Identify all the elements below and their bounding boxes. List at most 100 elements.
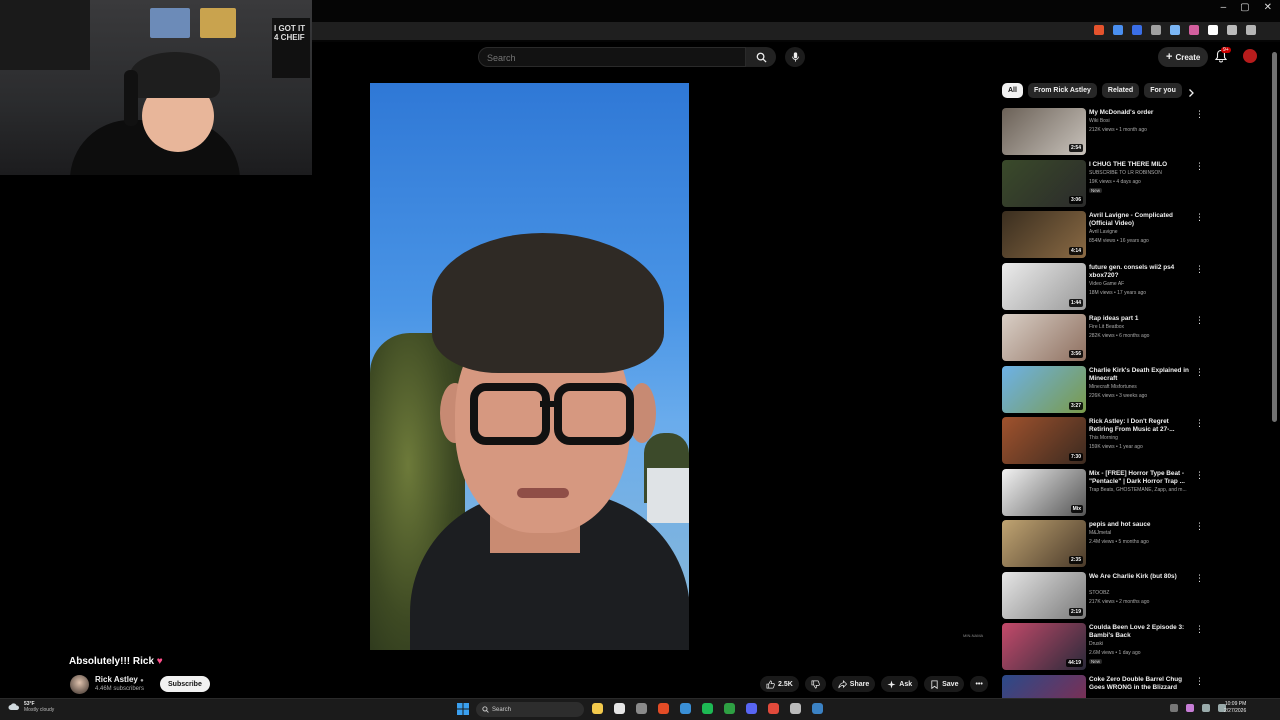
recommendation-channel[interactable]: Wiki Bosi	[1089, 118, 1110, 124]
video-thumbnail[interactable]: 7:30	[1002, 417, 1086, 464]
browser-extension-icon[interactable]	[1132, 25, 1142, 35]
scrollbar-thumb[interactable]	[1272, 52, 1277, 422]
taskbar-app-icon[interactable]	[702, 703, 713, 714]
video-thumbnail[interactable]: 3:27	[1002, 365, 1086, 413]
chip-related[interactable]: Related	[1101, 83, 1140, 98]
recommendation-channel[interactable]: Trap Beats, GHOSTEMANE, Zapp, and m...	[1089, 487, 1187, 493]
recommendation-item[interactable]: 3:27 Charlie Kirk's Death Explained in Mi…	[1002, 365, 1207, 418]
recommendation-title[interactable]: Rap ideas part 1	[1089, 315, 1193, 323]
create-button[interactable]: + Create	[1158, 47, 1209, 67]
video-thumbnail[interactable]: 3:06	[1002, 159, 1086, 207]
recommendation-title[interactable]: Coke Zero Double Barrel Chug Goes WRONG …	[1089, 676, 1193, 692]
recommendation-title[interactable]: pepis and hot sauce	[1089, 521, 1193, 529]
browser-extension-icon[interactable]	[1151, 25, 1161, 35]
taskbar-app-icon[interactable]	[614, 703, 625, 714]
recommendation-title[interactable]: Rick Astley: I Don't Regret Retiring Fro…	[1089, 418, 1193, 434]
more-vertical-icon[interactable]: ⋮	[1195, 110, 1204, 122]
recommendation-channel[interactable]: Druski	[1089, 641, 1103, 647]
more-vertical-icon[interactable]: ⋮	[1195, 264, 1204, 277]
subscribe-button[interactable]: Subscribe	[160, 676, 210, 692]
taskbar-app-icon[interactable]	[790, 703, 801, 714]
maximize-button[interactable]: ▢	[1240, 2, 1249, 13]
recommendation-title[interactable]: Charlie Kirk's Death Explained in Minecr…	[1089, 367, 1193, 383]
recommendation-title[interactable]: future gen. consels wii2 ps4 xbox720?	[1089, 264, 1193, 280]
browser-extension-icon[interactable]	[1227, 25, 1237, 35]
ask-button[interactable]: Ask	[881, 676, 919, 692]
video-thumbnail[interactable]: Mix	[1002, 468, 1086, 516]
recommendation-channel[interactable]: Avril Lavigne	[1089, 229, 1118, 235]
browser-extension-icon[interactable]	[1170, 25, 1180, 35]
chip-all[interactable]: All	[1002, 83, 1023, 98]
recommendation-item[interactable]: 4:14 Avril Lavigne - Complicated (Officia…	[1002, 211, 1207, 263]
tray-network-icon[interactable]	[1202, 704, 1210, 712]
taskbar-app-icon[interactable]	[658, 703, 669, 714]
recommendation-item[interactable]: 44:19 Coulda Been Love 2 Episode 3: Bambi…	[1002, 623, 1207, 675]
more-vertical-icon[interactable]: ⋮	[1195, 625, 1204, 637]
taskbar-app-icon[interactable]	[768, 703, 779, 714]
video-thumbnail[interactable]: 3:56	[1002, 314, 1086, 361]
more-vertical-icon[interactable]: ⋮	[1195, 213, 1204, 225]
taskbar-clock[interactable]: 10:09 PM 2/27/2026	[1224, 701, 1246, 715]
recommendation-channel[interactable]: Fire Lit Beatbox	[1089, 324, 1124, 330]
video-player[interactable]	[370, 83, 689, 650]
more-actions-button[interactable]: •••	[970, 676, 988, 692]
taskbar-app-icon[interactable]	[724, 703, 735, 714]
recommendation-item[interactable]: 2:35 pepis and hot sauce M&Jmetal 2.4M view…	[1002, 520, 1207, 572]
chevron-right-icon[interactable]	[1186, 88, 1196, 98]
channel-avatar[interactable]	[70, 675, 89, 694]
recommendation-channel[interactable]: Minecraft Misfortunes	[1089, 384, 1137, 390]
chip-for-you[interactable]: For you	[1144, 83, 1182, 98]
tray-mic-icon[interactable]	[1186, 704, 1194, 712]
search-input[interactable]	[479, 48, 745, 68]
more-vertical-icon[interactable]: ⋮	[1195, 367, 1204, 380]
recommendation-title[interactable]: My McDonald's order	[1089, 109, 1193, 117]
video-thumbnail[interactable]: 2:19	[1002, 571, 1086, 619]
save-button[interactable]: Save	[924, 676, 965, 692]
recommendation-title[interactable]: We Are Charlie Kirk (but 80s)	[1089, 573, 1193, 581]
video-thumbnail[interactable]: 4:14	[1002, 211, 1086, 258]
search-field[interactable]	[478, 47, 746, 68]
video-thumbnail[interactable]: 2:35	[1002, 520, 1086, 567]
windows-start-icon[interactable]	[457, 703, 469, 715]
close-window-button[interactable]: ✕	[1264, 2, 1272, 13]
recommendation-channel[interactable]: SUBSCRIBE TO LR ROBINSON	[1089, 170, 1162, 176]
page-scrollbar[interactable]	[1272, 47, 1277, 697]
taskbar-app-icon[interactable]	[746, 703, 757, 714]
taskbar-app-icon[interactable]	[812, 703, 823, 714]
recommendation-item[interactable]: 3:56 Rap ideas part 1 Fire Lit Beatbox 282K…	[1002, 314, 1207, 366]
recommendation-channel[interactable]: M&Jmetal	[1089, 530, 1111, 536]
more-vertical-icon[interactable]: ⋮	[1195, 316, 1204, 328]
recommendation-channel[interactable]: STOOBZ	[1089, 590, 1109, 596]
recommendation-title[interactable]: Mix - [FREE] Horror Type Beat - "Pentacl…	[1089, 470, 1193, 486]
recommendation-channel[interactable]: Video Game AF	[1089, 281, 1124, 287]
recommendation-item[interactable]: 1:44 future gen. consels wii2 ps4 xbox720…	[1002, 262, 1207, 315]
taskbar-app-icon[interactable]	[636, 703, 647, 714]
taskbar-search[interactable]: Search	[476, 702, 584, 717]
browser-extension-icon[interactable]	[1208, 25, 1218, 35]
taskbar-app-icon[interactable]	[592, 703, 603, 714]
share-button[interactable]: Share	[831, 676, 876, 692]
more-vertical-icon[interactable]: ⋮	[1195, 419, 1204, 431]
browser-extension-icon[interactable]	[1094, 25, 1104, 35]
video-thumbnail[interactable]: 44:19	[1002, 623, 1086, 670]
chip-from-rick-astley[interactable]: From Rick Astley	[1027, 83, 1097, 98]
video-thumbnail[interactable]: 2:54	[1002, 108, 1086, 155]
recommendation-title[interactable]: I CHUG THE THERE MILO	[1089, 161, 1193, 169]
more-vertical-icon[interactable]: ⋮	[1195, 522, 1204, 534]
recommendation-title[interactable]: Coulda Been Love 2 Episode 3: Bambi's Ba…	[1089, 624, 1193, 640]
dislike-button[interactable]	[804, 676, 826, 692]
recommendation-item[interactable]: 3:06 I CHUG THE THERE MILO SUBSCRIBE TO LR…	[1002, 159, 1207, 212]
weather-widget[interactable]: 53°F Mostly cloudy	[8, 701, 54, 713]
browser-extension-icon[interactable]	[1189, 25, 1199, 35]
video-thumbnail[interactable]: 1:44	[1002, 262, 1086, 310]
recommendation-item[interactable]: 7:30 Rick Astley: I Don't Regret Retiring…	[1002, 417, 1207, 469]
recommendation-item[interactable]: Mix Mix - [FREE] Horror Type Beat - "Pent…	[1002, 468, 1207, 521]
channel-name[interactable]: Rick Astley ●	[95, 675, 144, 684]
browser-extension-icon[interactable]	[1246, 25, 1256, 35]
more-vertical-icon[interactable]: ⋮	[1195, 470, 1204, 483]
recommendation-item[interactable]: 2:54 My McDonald's order Wiki Bosi 212K vie…	[1002, 108, 1207, 160]
account-avatar[interactable]	[1243, 49, 1257, 63]
more-vertical-icon[interactable]: ⋮	[1195, 573, 1204, 586]
recommendation-title[interactable]: Avril Lavigne - Complicated (Official Vi…	[1089, 212, 1193, 228]
like-button[interactable]: 2.5K	[760, 676, 799, 692]
